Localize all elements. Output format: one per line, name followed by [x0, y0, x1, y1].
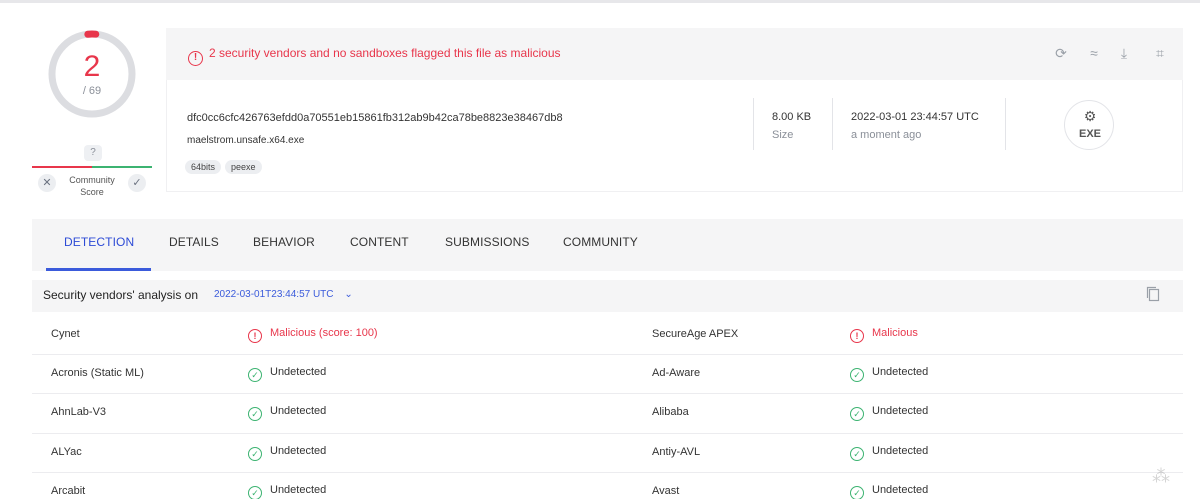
vendor-name[interactable]: Avast	[652, 485, 679, 497]
detection-score-gauge: 2 / 69	[46, 28, 138, 120]
vendor-name[interactable]: Acronis (Static ML)	[51, 367, 144, 379]
table-row: Arcabit ✓ Undetected Avast ✓ Undetected	[32, 473, 1183, 499]
vendor-results-table: Cynet ! Malicious (score: 100) SecureAge …	[32, 316, 1183, 499]
vendor-result: ! Malicious (score: 100)	[248, 327, 378, 343]
table-row: Cynet ! Malicious (score: 100) SecureAge …	[32, 316, 1183, 356]
alert-bar: ! 2 security vendors and no sandboxes fla…	[166, 28, 1183, 80]
table-row: Acronis (Static ML) ✓ Undetected Ad-Aware…	[32, 355, 1183, 395]
vendor-name[interactable]: Arcabit	[51, 485, 85, 497]
graph-icon[interactable]: ⌗	[1149, 42, 1171, 64]
vendor-result: ✓ Undetected	[850, 405, 928, 422]
vendor-name[interactable]: AhnLab-V3	[51, 406, 106, 418]
analysis-date-value: 2022-03-01 23:44:57 UTC	[851, 111, 979, 123]
file-tags: 64bits peexe	[185, 157, 266, 175]
vendor-name[interactable]: ALYac	[51, 446, 82, 458]
alert-message: ! 2 security vendors and no sandboxes fla…	[188, 46, 561, 66]
watermark-icon: ⁂	[1152, 466, 1170, 486]
check-circle-icon: ✓	[248, 446, 262, 461]
community-bar-positive	[92, 166, 152, 168]
detection-count: 2	[83, 50, 101, 83]
detection-total: / 69	[82, 85, 102, 97]
gear-icon: ⚙	[1083, 108, 1097, 124]
analysis-header: Security vendors' analysis on 2022-03-01…	[32, 280, 1183, 312]
divider	[832, 98, 833, 150]
active-tab-indicator	[46, 268, 151, 271]
file-size-value: 8.00 KB	[772, 111, 812, 123]
tab-detection[interactable]: DETECTION	[64, 235, 134, 249]
community-score: ? ✕ Community Score ✓	[32, 145, 152, 205]
file-size-label: Size	[772, 129, 794, 141]
malicious-icon: !	[248, 329, 262, 343]
file-type-icon: ⚙ EXE	[1064, 100, 1114, 150]
alert-text: 2 security vendors and no sandboxes flag…	[209, 46, 561, 60]
file-hash[interactable]: dfc0cc6cfc426763efdd0a70551eb15861fb312a…	[187, 112, 563, 124]
file-type-label: EXE	[1078, 128, 1101, 140]
copy-icon[interactable]	[1146, 286, 1162, 302]
vendor-result: ! Malicious	[850, 327, 918, 343]
vendor-result: ✓ Undetected	[248, 484, 326, 499]
vendor-name[interactable]: SecureAge APEX	[652, 328, 738, 340]
tab-details[interactable]: DETAILS	[169, 235, 219, 249]
similar-icon[interactable]: ≈	[1083, 42, 1105, 64]
file-info-card: dfc0cc6cfc426763efdd0a70551eb15861fb312a…	[166, 80, 1183, 192]
vendor-result: ✓ Undetected	[248, 445, 326, 461]
vendor-name[interactable]: Cynet	[51, 328, 80, 340]
analysis-date-label: a moment ago	[851, 129, 922, 141]
table-row: ALYac ✓ Undetected Antiy-AVL ✓ Undetected	[32, 434, 1183, 473]
check-circle-icon: ✓	[248, 368, 262, 383]
vendor-result: ✓ Undetected	[850, 445, 928, 461]
table-row: AhnLab-V3 ✓ Undetected Alibaba ✓ Undetecte…	[32, 394, 1183, 434]
reanalyze-icon[interactable]: ⟳	[1050, 42, 1072, 64]
divider	[1005, 98, 1006, 150]
vote-malicious-button[interactable]: ✕	[38, 174, 56, 192]
divider	[753, 98, 754, 150]
analysis-title: Security vendors' analysis on	[43, 288, 199, 302]
vendor-result: ✓ Undetected	[248, 405, 326, 422]
file-name: maelstrom.unsafe.x64.exe	[187, 135, 305, 146]
check-circle-icon: ✓	[850, 407, 864, 422]
tab-submissions[interactable]: SUBMISSIONS	[445, 235, 529, 249]
tag-64bits[interactable]: 64bits	[185, 160, 222, 174]
community-question-icon: ?	[84, 145, 102, 161]
community-score-label: Community Score	[69, 175, 115, 197]
vendor-result: ✓ Undetected	[850, 366, 928, 383]
check-circle-icon: ✓	[850, 446, 864, 461]
tab-community[interactable]: COMMUNITY	[563, 235, 638, 249]
alert-icon: !	[188, 51, 203, 66]
download-icon[interactable]: ⤓	[1113, 42, 1135, 64]
tab-behavior[interactable]: BEHAVIOR	[253, 235, 315, 249]
check-circle-icon: ✓	[850, 485, 864, 499]
vendor-name[interactable]: Ad-Aware	[652, 367, 700, 379]
tab-bar: DETECTION DETAILS BEHAVIOR CONTENT SUBMI…	[32, 219, 1183, 271]
check-circle-icon: ✓	[850, 368, 864, 383]
tag-peexe[interactable]: peexe	[225, 160, 262, 174]
malicious-icon: !	[850, 329, 864, 343]
community-bar-negative	[32, 166, 92, 168]
tab-content[interactable]: CONTENT	[350, 235, 409, 249]
check-circle-icon: ✓	[248, 407, 262, 422]
vendor-result: ✓ Undetected	[248, 366, 326, 383]
analysis-date-selector[interactable]: 2022-03-01T23:44:57 UTC ⌄	[214, 289, 353, 300]
vendor-name[interactable]: Alibaba	[652, 406, 689, 418]
vote-harmless-button[interactable]: ✓	[128, 174, 146, 192]
vendor-name[interactable]: Antiy-AVL	[652, 446, 700, 458]
vendor-result: ✓ Undetected	[850, 484, 928, 499]
chevron-down-icon: ⌄	[344, 289, 353, 300]
top-border	[0, 0, 1200, 3]
check-circle-icon: ✓	[248, 485, 262, 499]
